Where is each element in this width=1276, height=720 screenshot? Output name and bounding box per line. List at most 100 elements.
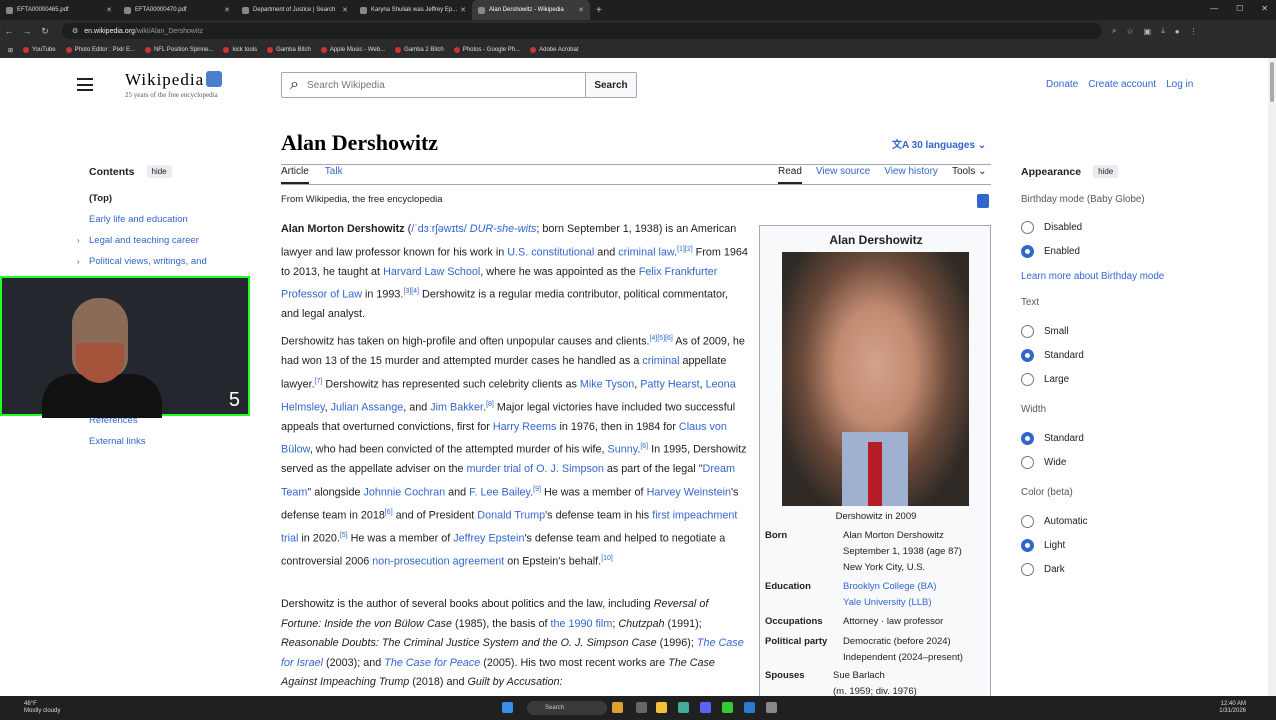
radio-large[interactable]: Large (1021, 373, 1069, 386)
tab-read[interactable]: Read (778, 166, 802, 184)
url-field[interactable]: ⚙ en.wikipedia.org/wiki/Alan_Dershowitz (62, 23, 1102, 39)
site-info-icon[interactable]: ⚙ (72, 27, 78, 35)
browser-tab[interactable]: Department of Justice | Search ✕ (236, 0, 354, 20)
radio-automatic[interactable]: Automatic (1021, 515, 1088, 528)
close-icon[interactable]: ✕ (106, 6, 112, 14)
radio-disabled[interactable]: Disabled (1021, 221, 1082, 234)
app-icon[interactable] (766, 702, 777, 713)
widget-icon[interactable] (612, 702, 623, 713)
discord-icon[interactable] (700, 702, 711, 713)
log-in-link[interactable]: Log in (1166, 79, 1193, 90)
radio-enabled[interactable]: Enabled (1021, 245, 1080, 258)
url-host: en.wikipedia.org (84, 27, 135, 35)
apps-icon[interactable]: ⊞ (8, 47, 13, 54)
chrome-icon[interactable] (678, 702, 689, 713)
close-icon[interactable]: ✕ (224, 6, 230, 14)
infobox-value[interactable]: Brooklyn College (BA) Yale University (L… (843, 579, 993, 611)
create-account-link[interactable]: Create account (1088, 79, 1156, 90)
radio-light[interactable]: Light (1021, 539, 1065, 552)
toc-item-external-links[interactable]: External links (89, 436, 146, 447)
bookmark[interactable]: YouTube (23, 47, 56, 53)
back-icon[interactable]: ← (0, 26, 18, 36)
close-icon[interactable]: ✕ (460, 6, 466, 14)
radio-circle[interactable] (1021, 221, 1034, 234)
toc-item-political-views[interactable]: Political views, writings, and commentar… (89, 256, 239, 268)
radio-circle[interactable] (1021, 515, 1034, 528)
donate-link[interactable]: Donate (1046, 79, 1078, 90)
reload-icon[interactable]: ↻ (36, 26, 54, 37)
tools-menu[interactable]: Tools ⌄ (952, 166, 987, 184)
menu-dots-icon[interactable]: ⋮ (1190, 27, 1198, 36)
radio-circle[interactable] (1021, 373, 1034, 386)
language-button[interactable]: 文A 30 languages ⌄ (892, 136, 986, 151)
bookmark[interactable]: Gamba 2 Bitch (395, 47, 444, 53)
file-explorer-icon[interactable] (656, 702, 667, 713)
radio-circle[interactable] (1021, 349, 1034, 362)
radio-wide[interactable]: Wide (1021, 456, 1066, 469)
bookmark-icon (65, 47, 72, 53)
toc-item-legal-career[interactable]: Legal and teaching career (89, 235, 199, 246)
radio-circle[interactable] (1021, 539, 1034, 552)
learn-more-link[interactable]: Learn more about Birthday mode (1021, 271, 1164, 282)
forward-icon[interactable]: → (18, 26, 36, 36)
bookmark[interactable]: NFL Position Spinne... (144, 47, 213, 53)
lock-icon[interactable] (977, 194, 989, 208)
radio-standard-width[interactable]: Standard (1021, 432, 1084, 445)
tab-talk[interactable]: Talk (325, 166, 343, 184)
radio-circle[interactable] (1021, 245, 1034, 258)
bookmark[interactable]: kick tools (223, 47, 257, 53)
star-icon[interactable]: ☆ (1126, 27, 1133, 36)
radio-circle[interactable] (1021, 563, 1034, 576)
toc-hide-button[interactable]: hide (146, 165, 172, 178)
radio-circle[interactable] (1021, 456, 1034, 469)
browser-tab-active[interactable]: Alan Dershowitz - Wikipedia ✕ (472, 0, 590, 20)
toc-item-early-life[interactable]: Early life and education (89, 214, 188, 225)
close-icon[interactable]: ✕ (578, 6, 584, 14)
bookmark[interactable]: Gamba Bitch (267, 47, 311, 53)
radio-standard-text[interactable]: Standard (1021, 349, 1084, 362)
task-view-icon[interactable] (636, 702, 647, 713)
tab-view-source[interactable]: View source (816, 166, 870, 184)
bookmark[interactable]: Photos - Google Ph... (453, 47, 520, 53)
new-tab-icon[interactable]: + (596, 5, 602, 16)
bookmark[interactable]: Adobe Acrobat (530, 47, 579, 53)
start-icon[interactable] (502, 702, 513, 713)
chevron-right-icon[interactable]: › (77, 236, 80, 245)
radio-small[interactable]: Small (1021, 325, 1069, 338)
minimize-icon[interactable]: — (1210, 4, 1218, 13)
weather-widget[interactable]: 48°F Mostly cloudy (24, 701, 60, 715)
tab-view-history[interactable]: View history (884, 166, 938, 184)
bookmark-label: YouTube (32, 47, 56, 53)
profile-icon[interactable]: ● (1175, 27, 1180, 36)
maximize-icon[interactable]: ☐ (1236, 4, 1243, 13)
download-icon[interactable]: ⤓ (1161, 26, 1165, 36)
page-scrollbar[interactable] (1268, 58, 1276, 696)
radio-circle[interactable] (1021, 325, 1034, 338)
main-menu-icon[interactable] (77, 78, 93, 91)
radio-dark[interactable]: Dark (1021, 563, 1065, 576)
browser-tab[interactable]: EFTA00000470.pdf ✕ (118, 0, 236, 20)
scrollbar-thumb[interactable] (1270, 62, 1274, 102)
appearance-hide-button[interactable]: hide (1093, 165, 1119, 178)
browser-tab[interactable]: Karyna Shuliak was Jeffrey Ep... ✕ (354, 0, 472, 20)
tab-article[interactable]: Article (281, 166, 309, 184)
table-of-contents: Contents hide (Top) Early life and educat… (77, 165, 249, 447)
search-button[interactable]: Search (585, 72, 637, 98)
xbox-icon[interactable] (722, 702, 733, 713)
zoom-icon[interactable]: ⌕ (1112, 26, 1116, 36)
taskbar-search[interactable]: Search (527, 701, 607, 715)
edge-icon[interactable] (744, 702, 755, 713)
bookmark[interactable]: Photo Editor : Pixlr E... (65, 47, 135, 53)
wikipedia-logo[interactable]: Wikipedia 25 years of the free encyclope… (125, 70, 223, 99)
search-input[interactable]: ⌕ Search Wikipedia (281, 72, 586, 98)
toc-item-top[interactable]: (Top) (89, 193, 112, 204)
clock[interactable]: 12:40 AM 1/31/2026 (1219, 701, 1246, 715)
radio-circle[interactable] (1021, 432, 1034, 445)
extensions-icon[interactable]: ▣ (1144, 27, 1152, 36)
chevron-right-icon[interactable]: › (77, 257, 80, 266)
close-icon[interactable]: ✕ (342, 6, 348, 14)
bookmark[interactable]: Apple Music - Web... (320, 47, 385, 53)
window-close-icon[interactable]: ✕ (1261, 4, 1268, 13)
browser-tab[interactable]: EFTA00000465.pdf ✕ (0, 0, 118, 20)
portrait-photo[interactable] (782, 252, 969, 506)
